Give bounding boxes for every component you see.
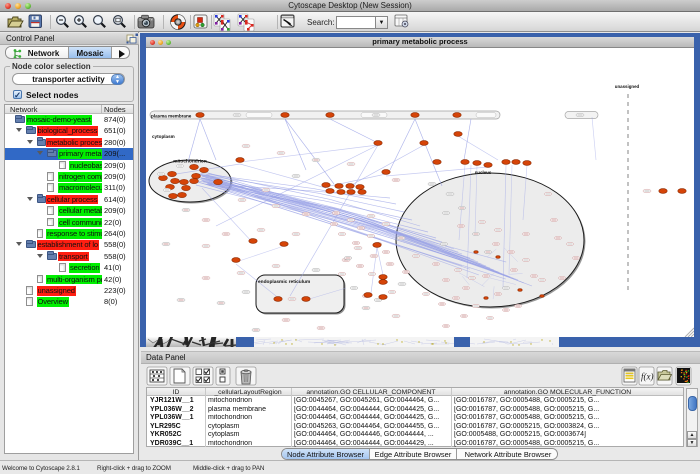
svg-text:f(x): f(x) (641, 372, 654, 382)
svg-text:cytoplasm: cytoplasm (152, 134, 175, 139)
svg-text:nucleus: nucleus (475, 170, 492, 175)
svg-text:unassigned: unassigned (615, 84, 640, 89)
svg-text:mitochondrion: mitochondrion (173, 159, 207, 165)
svg-text:endoplasmic reticulum: endoplasmic reticulum (258, 279, 310, 285)
svg-text:plasma membrane: plasma membrane (151, 114, 192, 119)
